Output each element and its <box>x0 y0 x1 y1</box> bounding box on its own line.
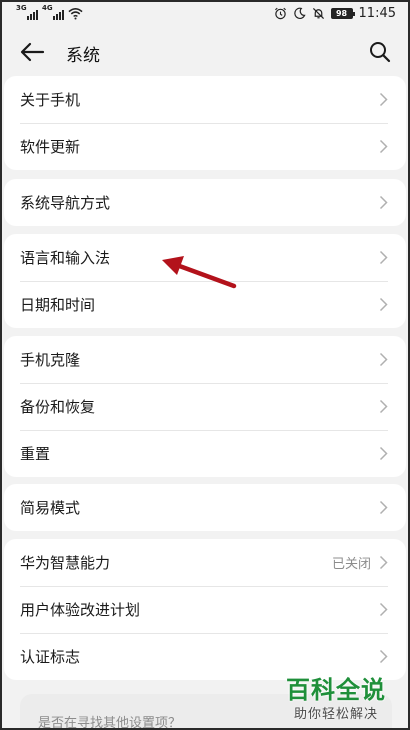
settings-item-simple-mode[interactable]: 简易模式 <box>4 484 406 531</box>
signal-icon: 3G <box>16 4 38 20</box>
chevron-right-icon <box>379 139 388 154</box>
settings-item-phone-clone[interactable]: 手机克隆 <box>4 336 406 383</box>
settings-item-about-phone[interactable]: 关于手机 <box>4 76 406 123</box>
chevron-right-icon <box>379 195 388 210</box>
settings-item-label: 日期和时间 <box>20 296 96 314</box>
chevron-right-icon <box>379 555 388 570</box>
battery-icon: 98 <box>330 8 355 19</box>
signal-type-label: 3G <box>16 4 27 12</box>
settings-item-label: 重置 <box>20 445 51 463</box>
settings-group: 系统导航方式 <box>4 179 406 226</box>
settings-item-reset[interactable]: 重置 <box>4 430 406 477</box>
settings-item-label: 手机克隆 <box>20 351 81 369</box>
settings-item-label: 认证标志 <box>20 648 81 666</box>
annotation-arrow-icon <box>162 256 237 289</box>
settings-item-system-navigation[interactable]: 系统导航方式 <box>4 179 406 226</box>
watermark-logo: 百科全说 助你轻松解决 <box>280 670 402 726</box>
back-arrow-icon[interactable] <box>18 40 46 64</box>
settings-item-huawei-ai[interactable]: 华为智慧能力 已关闭 <box>4 539 406 586</box>
chevron-right-icon <box>379 500 388 515</box>
status-left: 3G 4G <box>16 4 83 20</box>
settings-item-backup-restore[interactable]: 备份和恢复 <box>4 383 406 430</box>
search-suggestion-text: 是否在寻找其他设置项？ <box>38 716 182 730</box>
settings-item-label: 用户体验改进计划 <box>20 601 141 619</box>
chevron-right-icon <box>379 649 388 664</box>
phone-screen: 3G 4G 98 11:45 系统 关于手机 软件更新 系统导航方式 语言和输入… <box>0 0 410 730</box>
settings-item-label: 华为智慧能力 <box>20 554 111 572</box>
settings-item-status: 已关闭 <box>331 557 371 572</box>
settings-item-label: 软件更新 <box>20 138 81 156</box>
signal-type-label: 4G <box>42 4 53 12</box>
status-bar: 3G 4G 98 11:45 <box>2 2 408 28</box>
mute-icon <box>312 7 324 20</box>
page-title: 系统 <box>66 46 100 66</box>
watermark-subtitle: 助你轻松解决 <box>294 707 379 722</box>
settings-group: 简易模式 <box>4 484 406 531</box>
settings-item-label: 系统导航方式 <box>20 194 111 212</box>
moon-icon <box>293 7 306 19</box>
signal-icon: 4G <box>42 4 64 20</box>
settings-group: 关于手机 软件更新 <box>4 76 406 170</box>
wifi-icon <box>68 8 83 20</box>
settings-item-label: 关于手机 <box>20 91 81 109</box>
chevron-right-icon <box>379 446 388 461</box>
status-time: 11:45 <box>358 6 396 21</box>
app-bar: 系统 <box>2 28 408 76</box>
settings-group: 华为智慧能力 已关闭 用户体验改进计划 认证标志 <box>4 539 406 680</box>
settings-item-label: 简易模式 <box>20 499 81 517</box>
search-icon[interactable] <box>368 40 392 64</box>
chevron-right-icon <box>379 297 388 312</box>
settings-item-label: 备份和恢复 <box>20 398 96 416</box>
alarm-icon <box>274 7 286 20</box>
chevron-right-icon <box>379 352 388 367</box>
settings-item-software-update[interactable]: 软件更新 <box>4 123 406 170</box>
chevron-right-icon <box>379 602 388 617</box>
status-right: 98 11:45 <box>274 6 396 21</box>
chevron-right-icon <box>379 399 388 414</box>
watermark-title: 百科全说 <box>286 676 386 704</box>
chevron-right-icon <box>379 92 388 107</box>
chevron-right-icon <box>379 250 388 265</box>
settings-item-user-experience[interactable]: 用户体验改进计划 <box>4 586 406 633</box>
settings-group: 手机克隆 备份和恢复 重置 <box>4 336 406 477</box>
